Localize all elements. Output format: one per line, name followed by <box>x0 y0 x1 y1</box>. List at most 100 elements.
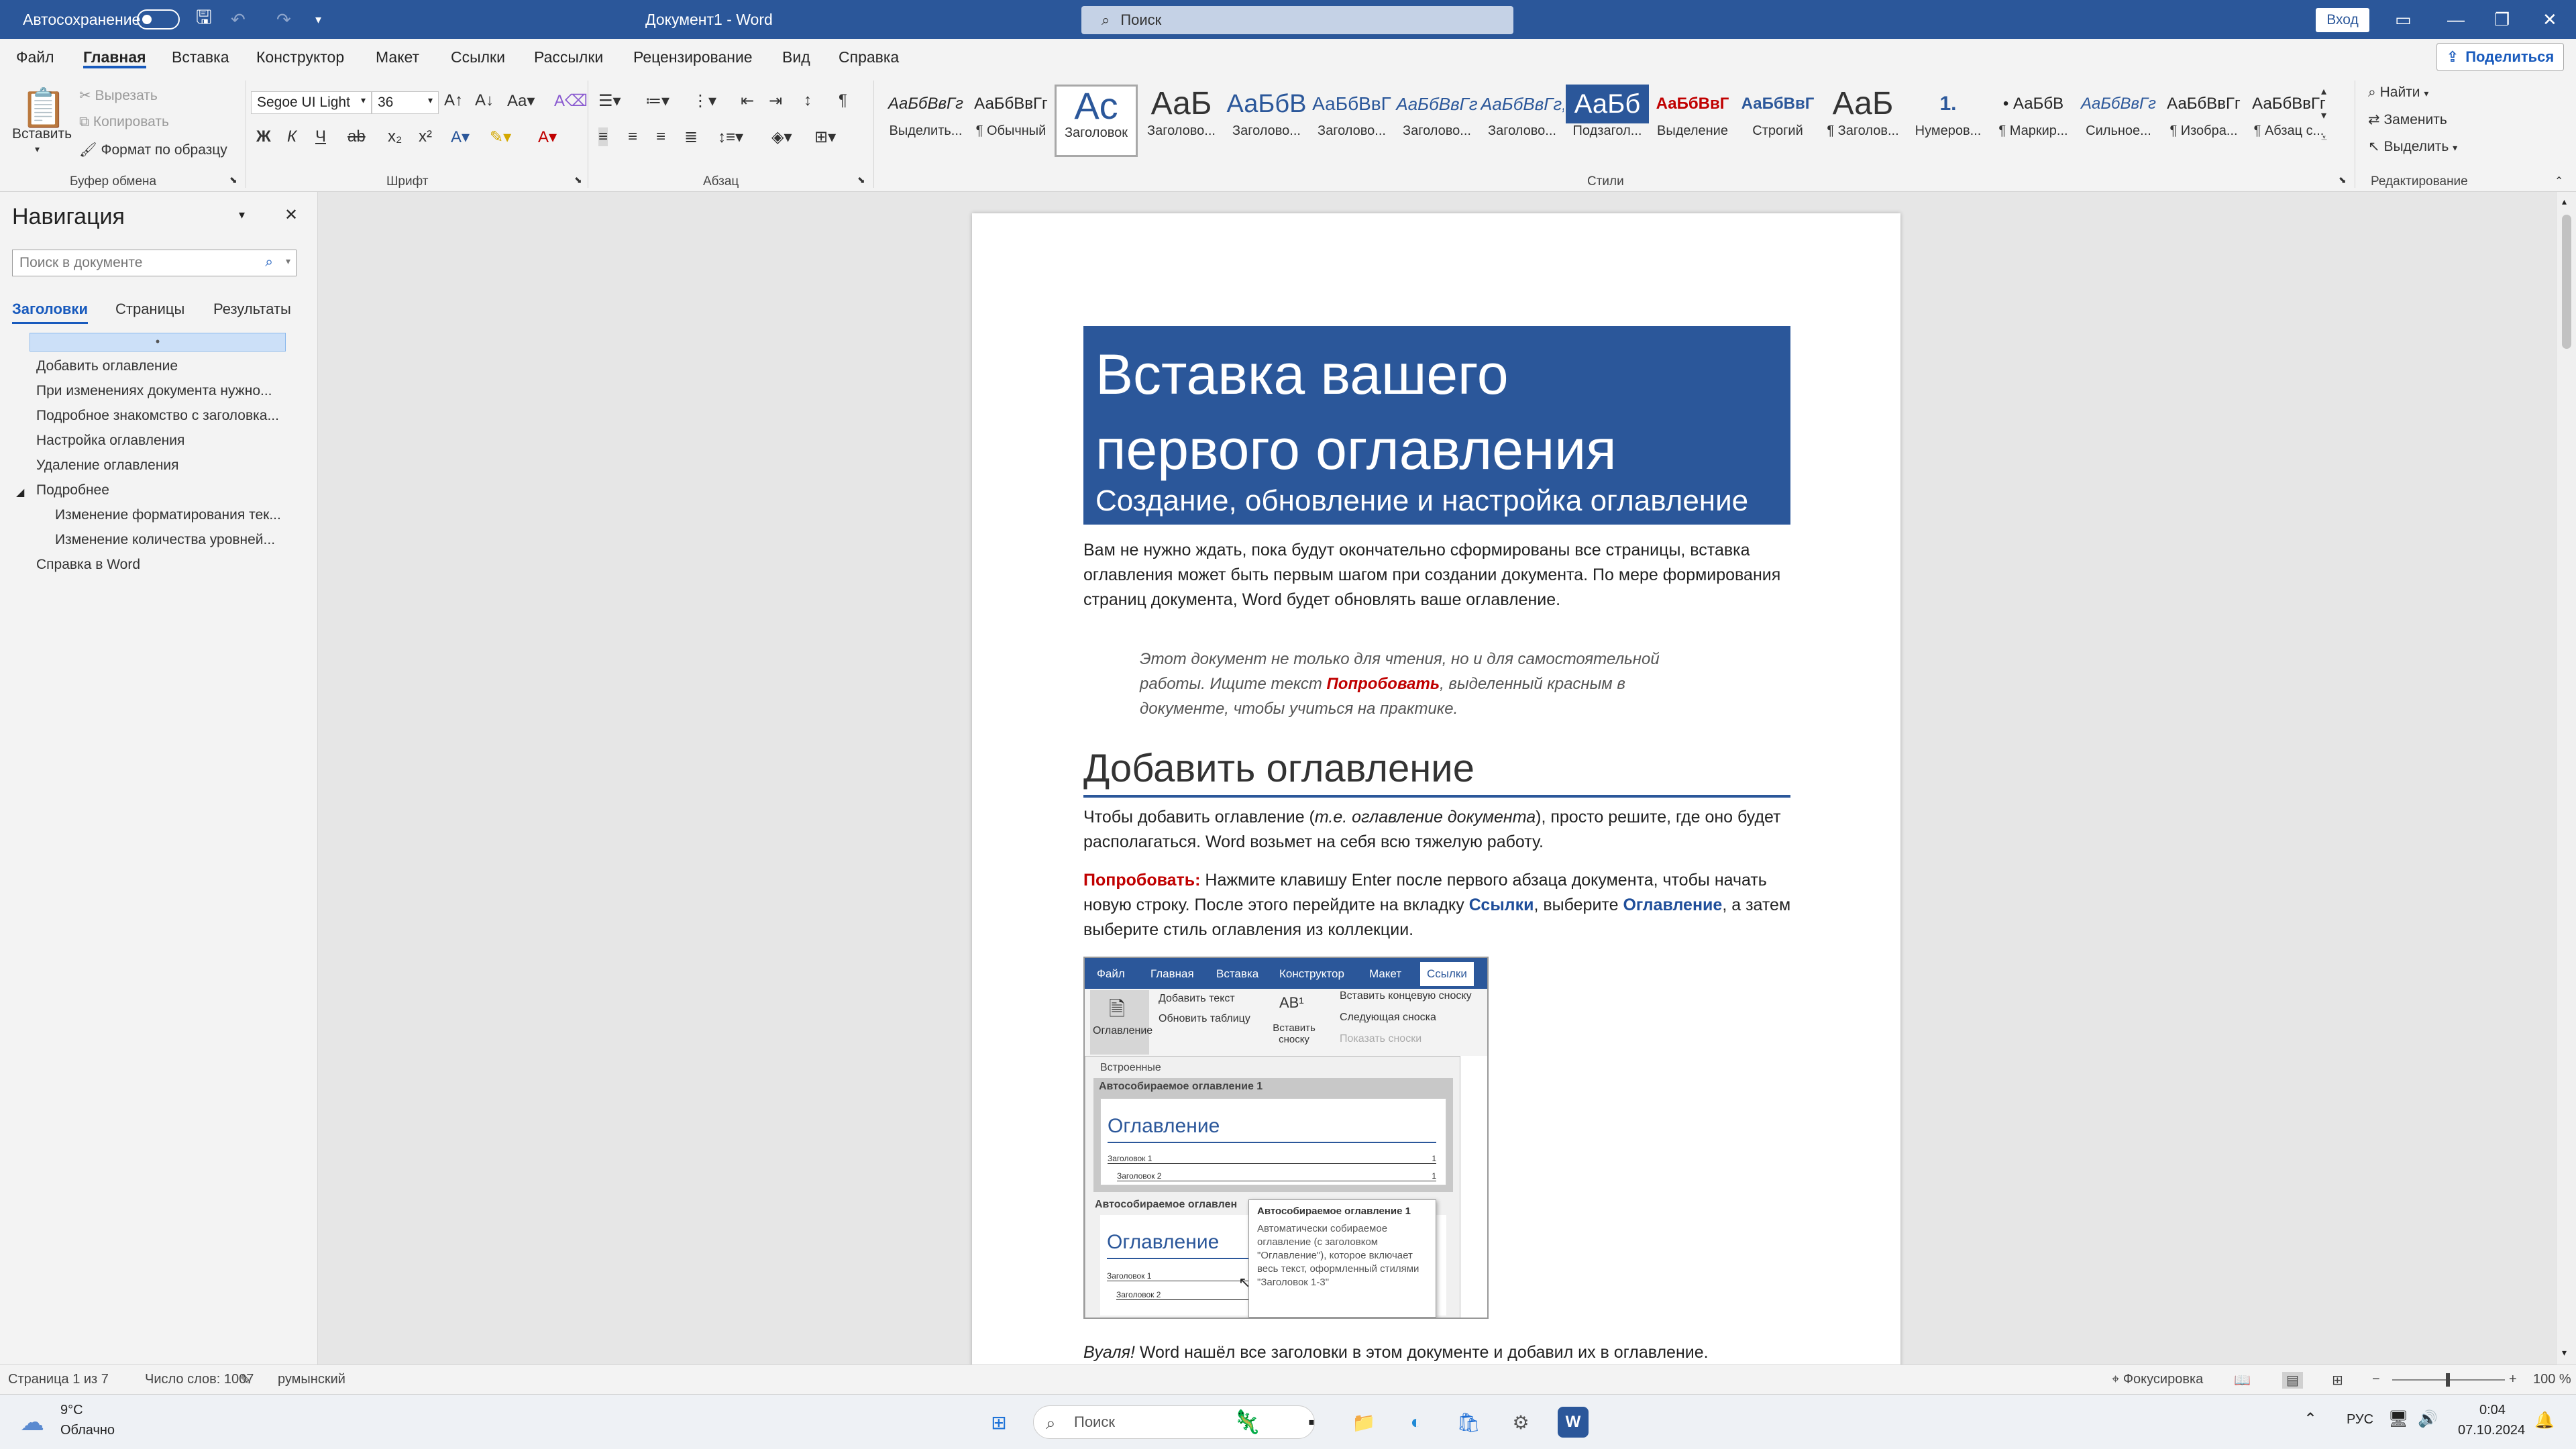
underline-icon[interactable]: Ч <box>315 127 326 146</box>
nav-heading-item[interactable]: Удаление оглавления <box>36 458 179 474</box>
zoom-thumb[interactable] <box>2446 1373 2450 1387</box>
embedded-screenshot[interactable]: Файл Главная Вставка Конструктор Макет С… <box>1083 957 1489 1319</box>
scroll-down-icon[interactable]: ▾ <box>2562 1347 2567 1358</box>
focus-button[interactable]: ⌖ Фокусировка <box>2112 1372 2203 1387</box>
replace-button[interactable]: ⇄ Заменить <box>2368 111 2447 128</box>
hero-title-line2[interactable]: первого оглавления <box>1095 412 1617 487</box>
title-search-box[interactable]: ⌕ Поиск <box>1081 6 1513 34</box>
bold-icon[interactable]: Ж <box>256 127 271 146</box>
select-button[interactable]: ↖ Выделить ▾ <box>2368 138 2457 155</box>
nav-heading-item[interactable]: Изменение форматирования тек... <box>55 507 281 523</box>
tab-insert[interactable]: Вставка <box>172 48 229 68</box>
decrease-indent-icon[interactable]: ⇤ <box>741 91 754 111</box>
autosave-toggle[interactable] <box>137 0 180 39</box>
sort-icon[interactable]: ↕ <box>804 91 812 110</box>
line-spacing-icon[interactable]: ↕≡▾ <box>718 127 743 147</box>
search-highlight-icon[interactable]: 🦎 <box>1232 1407 1263 1438</box>
superscript-icon[interactable]: x² <box>419 127 432 146</box>
volume-icon[interactable]: 🔊 <box>2418 1409 2438 1429</box>
collapse-triangle-icon[interactable]: ◢ <box>16 486 24 499</box>
styles-launcher-icon[interactable]: ⬊ <box>2339 174 2347 186</box>
chevron-down-icon[interactable]: ▾ <box>286 256 290 267</box>
paste-dropdown-icon[interactable]: ▾ <box>35 144 40 155</box>
italic-icon[interactable]: К <box>287 127 297 146</box>
style-tile[interactable]: АаБбВвГг Сильное... <box>2077 85 2160 157</box>
input-language[interactable]: РУС <box>2347 1412 2373 1428</box>
highlight-icon[interactable]: ✎▾ <box>490 127 511 147</box>
read-mode-icon[interactable]: 📖 <box>2234 1372 2251 1389</box>
nav-heading-item[interactable]: Добавить оглавление <box>36 358 178 374</box>
nav-heading-item[interactable]: Настройка оглавления <box>36 433 184 449</box>
ribbon-display-icon[interactable]: ▭ <box>2395 0 2412 39</box>
task-view-icon[interactable]: ▪ <box>1296 1407 1327 1438</box>
font-launcher-icon[interactable]: ⬊ <box>574 174 582 186</box>
cloud-icon[interactable]: ☁ <box>20 1408 44 1436</box>
chevron-up-icon[interactable]: ⌃ <box>2304 1409 2317 1429</box>
heading-add-toc[interactable]: Добавить оглавление <box>1083 746 1790 798</box>
share-button[interactable]: ⇪ Поделиться <box>2436 43 2564 71</box>
tab-home[interactable]: Главная <box>83 48 146 68</box>
vertical-scrollbar[interactable]: ▴ ▾ <box>2556 192 2576 1364</box>
grow-font-icon[interactable]: A↑ <box>444 91 463 110</box>
borders-icon[interactable]: ⊞▾ <box>814 127 836 147</box>
clipboard-launcher-icon[interactable]: ⬊ <box>229 174 237 186</box>
nav-heading-item[interactable]: Подробное знакомство с заголовка... <box>36 408 279 424</box>
style-tile[interactable]: Ac Заголовок <box>1055 85 1138 157</box>
paragraph-voila[interactable]: Вуаля! Word нашёл все заголовки в этом д… <box>1083 1340 1794 1364</box>
close-icon[interactable]: ✕ <box>2542 0 2557 39</box>
nav-heading-item[interactable]: Справка в Word <box>36 557 140 573</box>
signin-button[interactable]: Вход <box>2316 8 2369 32</box>
nav-heading-item[interactable]: При изменениях документа нужно... <box>36 383 272 399</box>
intro-paragraph[interactable]: Вам не нужно ждать, пока будут окончател… <box>1083 538 1794 612</box>
quote-paragraph[interactable]: Этот документ не только для чтения, но и… <box>1140 647 1717 721</box>
nav-tab-results[interactable]: Результаты <box>213 301 291 318</box>
justify-icon[interactable]: ≣ <box>684 127 698 147</box>
clear-formatting-icon[interactable]: A⌫ <box>554 91 588 111</box>
gallery-more-icon[interactable]: ⩡ <box>2321 133 2327 145</box>
collapse-ribbon-icon[interactable]: ⌃ <box>2555 174 2563 188</box>
shrink-font-icon[interactable]: A↓ <box>475 91 494 110</box>
taskbar-search[interactable]: ⌕ Поиск <box>1033 1405 1315 1439</box>
text-effects-icon[interactable]: A▾ <box>451 127 470 147</box>
strikethrough-icon[interactable]: ab <box>347 127 366 146</box>
change-case-icon[interactable]: Aa▾ <box>507 91 535 111</box>
style-tile[interactable]: АаБбВвГг Выделить... <box>884 85 967 157</box>
paragraph-launcher-icon[interactable]: ⬊ <box>857 174 865 186</box>
settings-icon[interactable]: ⚙ <box>1505 1407 1536 1438</box>
nav-heading-item[interactable]: Подробнее <box>36 482 109 498</box>
font-name-combo[interactable]: Segoe UI Light ▾ <box>251 91 372 114</box>
paste-icon[interactable]: 📋 <box>20 86 67 130</box>
style-tile[interactable]: АаБбВвГ Строгий <box>1736 85 1819 157</box>
tab-help[interactable]: Справка <box>839 48 899 68</box>
network-icon[interactable]: 🖥 <box>2388 1409 2408 1429</box>
style-tile[interactable]: АаБбВвГг, Заголово... <box>1481 85 1564 157</box>
tab-mailings[interactable]: Рассылки <box>534 48 603 68</box>
style-tile[interactable]: АаБбВвГг ¶ Изобра... <box>2162 85 2245 157</box>
clock-time[interactable]: 0:04 <box>2479 1403 2506 1418</box>
find-button[interactable]: ⌕ Найти ▾ <box>2368 85 2428 101</box>
zoom-slider[interactable] <box>2392 1373 2505 1387</box>
font-color-icon[interactable]: A▾ <box>538 127 557 147</box>
language[interactable]: румынский <box>278 1372 345 1387</box>
tab-view[interactable]: Вид <box>782 48 810 68</box>
proofing-icon[interactable]: ✎ <box>240 1372 252 1389</box>
align-left-icon[interactable]: ≡ <box>598 127 608 146</box>
clock-date[interactable]: 07.10.2024 <box>2458 1423 2525 1438</box>
save-icon[interactable]: 🖫 <box>196 0 212 39</box>
store-icon[interactable]: 🛍 <box>1453 1407 1484 1438</box>
scroll-thumb[interactable] <box>2562 215 2571 349</box>
style-tile[interactable]: АаБ Заголово... <box>1140 85 1223 157</box>
tab-design[interactable]: Конструктор <box>256 48 344 68</box>
notifications-icon[interactable]: 🔔 <box>2534 1411 2555 1430</box>
redo-icon[interactable]: ↷ <box>276 0 291 39</box>
zoom-in-icon[interactable]: + <box>2509 1372 2517 1387</box>
hero-title-line1[interactable]: Вставка вашего <box>1095 337 1509 412</box>
nav-heading-item[interactable]: Изменение количества уровней... <box>55 532 275 548</box>
font-size-combo[interactable]: 36 ▾ <box>372 91 439 114</box>
cut-button[interactable]: ✂ Вырезать <box>79 87 158 104</box>
tab-review[interactable]: Рецензирование <box>633 48 753 68</box>
tab-layout[interactable]: Макет <box>376 48 419 68</box>
tab-references[interactable]: Ссылки <box>451 48 505 68</box>
style-tile[interactable]: АаБбВвГг ¶ Абзац с... <box>2247 85 2330 157</box>
scroll-up-icon[interactable]: ▴ <box>2562 196 2567 207</box>
